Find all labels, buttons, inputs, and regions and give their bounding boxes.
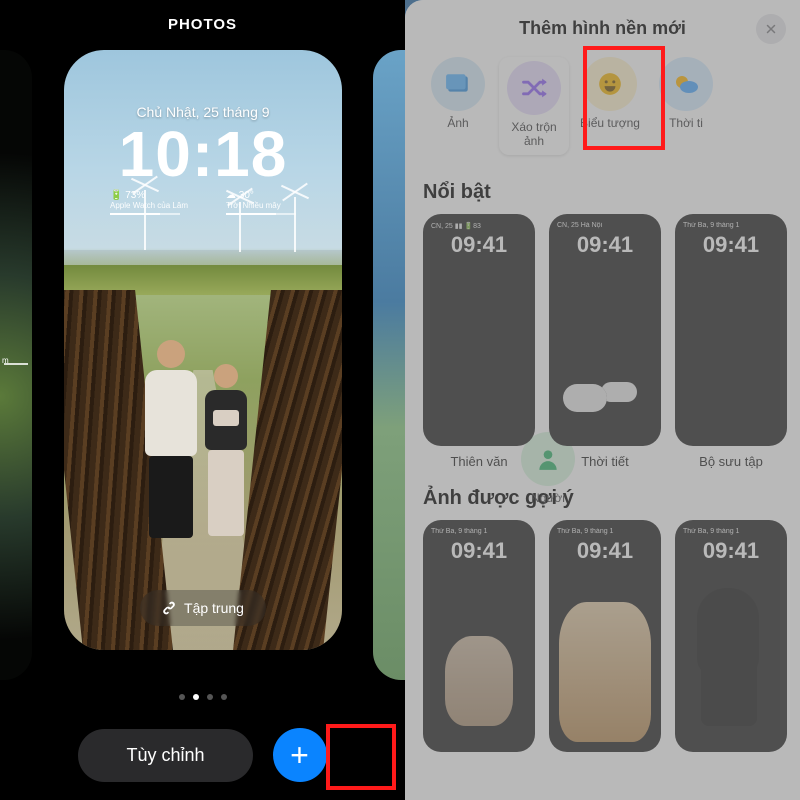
customize-button[interactable]: Tùy chỉnh [78,729,252,782]
mode-title: PHOTOS [0,16,405,33]
prev-wallpaper-peek[interactable]: m [0,50,32,680]
add-wallpaper-button[interactable]: + [273,728,327,782]
featured-row[interactable]: CN, 25 ▮▮ 🔋83 09:41 Thiên văn CN, 25 Hà … [405,214,800,469]
sheet-title: Thêm hình nền mới [519,18,686,38]
widget-weather[interactable]: ☁ 30° [226,190,296,201]
shuffle-icon [520,74,548,102]
page-indicator [0,687,405,705]
thumb-status: CN, 25 Hà Nội [557,222,602,229]
chip-photos[interactable]: Ảnh [423,57,493,155]
focus-label: Tập trung [184,600,244,616]
suggested-item[interactable]: Thứ Ba, 9 tháng 1 09:41 [423,520,535,752]
prev-peek-label: m [2,356,9,365]
thumb-time: 09:41 [423,538,535,564]
suggested-item[interactable]: Thứ Ba, 9 tháng 1 09:41 [675,520,787,752]
thumb-status: Thứ Ba, 9 tháng 1 [683,528,739,535]
chip-shuffle[interactable]: Xáo trộn ảnh [499,57,569,155]
lockscreen-widgets[interactable]: 🔋 73% Apple Watch của Lâm ☁ 30° Trời Nhi… [82,190,324,215]
widget-battery[interactable]: 🔋 73% [110,190,188,201]
thumb-time: 09:41 [675,538,787,564]
widget-battery-sub: Apple Watch của Lâm [110,201,188,210]
wallpaper-preview-card[interactable]: Chủ Nhật, 25 tháng 9 10:18 🔋 73% Apple W… [64,50,342,650]
thumb-status: Thứ Ba, 9 tháng 1 [683,222,739,229]
thumb-status: Thứ Ba, 9 tháng 1 [557,528,613,535]
thumb-time: 09:41 [675,232,787,258]
lockscreen-time[interactable]: 10:18 [82,122,324,186]
photos-icon [445,71,471,97]
chip-emoji[interactable]: Biểu tượng [575,57,645,155]
thumb-caption: Bộ sưu tập [675,454,787,469]
suggested-row[interactable]: Thứ Ba, 9 tháng 1 09:41 Thứ Ba, 9 tháng … [405,520,800,752]
suggested-item[interactable]: Thứ Ba, 9 tháng 1 09:41 [549,520,661,752]
featured-astronomy[interactable]: CN, 25 ▮▮ 🔋83 09:41 Thiên văn [423,214,535,469]
decor-people [142,310,272,540]
next-wallpaper-peek[interactable] [373,50,405,680]
thumb-time: 09:41 [549,232,661,258]
add-wallpaper-sheet-pane: Thêm hình nền mới Ảnh Người Xáo trộn ảnh [405,0,800,800]
lockscreen-editor-pane: PHOTOS m Chủ Nhật, 25 tháng 9 10:18 🔋 73… [0,0,405,800]
chip-label: Ảnh [423,117,493,131]
thumb-status: Thứ Ba, 9 tháng 1 [431,528,487,535]
add-wallpaper-sheet: Thêm hình nền mới Ảnh Người Xáo trộn ảnh [405,0,800,800]
weather-icon [672,72,700,96]
thumb-time: 09:41 [549,538,661,564]
category-chips-row[interactable]: Ảnh Người Xáo trộn ảnh Biểu tượng Thời t… [405,49,800,163]
chip-label: Thời ti [651,117,721,131]
link-icon [162,601,176,615]
chip-label: Biểu tượng [575,117,645,131]
focus-pill[interactable]: Tập trung [140,590,266,626]
chip-weather[interactable]: Thời ti [651,57,721,155]
featured-collection[interactable]: Thứ Ba, 9 tháng 1 09:41 Bộ sưu tập [675,214,787,469]
emoji-icon [597,71,623,97]
section-featured-title: Nổi bật [405,163,800,214]
close-icon [765,23,777,35]
chip-label: Xáo trộn ảnh [501,121,567,149]
close-button[interactable] [756,14,786,44]
widget-weather-sub: Trời Nhiều mây [226,201,296,210]
featured-weather[interactable]: CN, 25 Hà Nội 09:41 Thời tiết [549,214,661,469]
thumb-time: 09:41 [423,232,535,258]
thumb-status: CN, 25 ▮▮ 🔋83 [431,222,481,230]
